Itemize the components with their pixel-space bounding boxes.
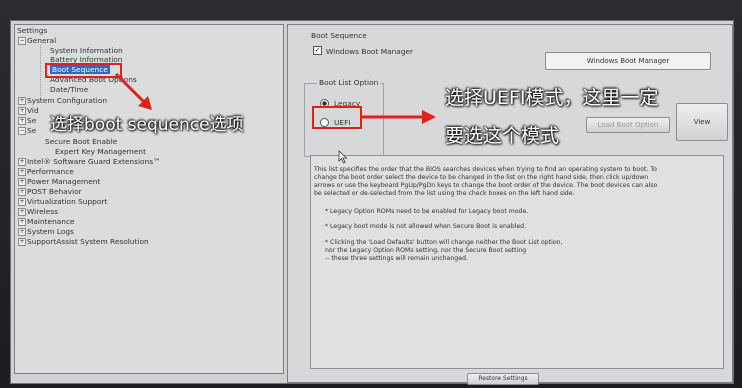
- annotation-right-line-1: 选择UEFI模式，这里一定: [445, 87, 659, 109]
- note-line: * Legacy boot mode is not allowed when S…: [325, 223, 527, 230]
- tree-item-wireless[interactable]: Wireless: [27, 207, 58, 216]
- tree-item-date-time[interactable]: Date/Time: [50, 85, 88, 94]
- description-line: be selected or de-selected from the list…: [314, 190, 575, 197]
- tree-item-system-logs[interactable]: System Logs: [27, 227, 74, 236]
- tree-item-post-behavior[interactable]: POST Behavior: [27, 187, 82, 196]
- expand-icon[interactable]: +: [18, 107, 26, 115]
- section-title-boot-list-option: Boot List Option: [317, 78, 381, 87]
- restore-settings-button[interactable]: Restore Settings: [467, 373, 539, 385]
- annotation-right-line-2: 要选这个模式: [445, 125, 560, 147]
- annotation-left: 选择boot sequence选项: [50, 115, 244, 135]
- windows-boot-manager-label: Windows Boot Manager: [326, 47, 414, 56]
- description-line: arrows or use the keyboard PgUp/PgDn key…: [314, 182, 658, 189]
- expand-icon[interactable]: +: [18, 168, 26, 176]
- description-line: change the boot order select the device …: [314, 174, 649, 181]
- tree-item-system-configuration[interactable]: System Configuration: [27, 96, 107, 105]
- note-line: * Clicking the 'Load Defaults' button wi…: [325, 239, 563, 246]
- tree-item-system-information[interactable]: System Information: [50, 46, 123, 55]
- note-line: -- these three settings will remain unch…: [325, 255, 468, 262]
- tree-item-secure-boot[interactable]: Se: [27, 126, 36, 135]
- tree-item-security[interactable]: Se: [27, 116, 36, 125]
- description-box: This list specifies the order that the B…: [310, 155, 724, 369]
- expand-icon[interactable]: +: [18, 188, 26, 196]
- tree-connector: [40, 45, 41, 100]
- expand-icon[interactable]: +: [18, 238, 26, 246]
- boot-sequence-highlight-box: [45, 63, 122, 78]
- tree-item-power-management[interactable]: Power Management: [27, 177, 100, 186]
- mouse-cursor-icon: [338, 150, 348, 164]
- expand-icon[interactable]: +: [18, 208, 26, 216]
- tree-item-maintenance[interactable]: Maintenance: [27, 217, 75, 226]
- tree-item-virtualization-support[interactable]: Virtualization Support: [27, 197, 107, 206]
- view-button[interactable]: View: [676, 103, 728, 141]
- section-title-boot-sequence: Boot Sequence: [311, 31, 367, 40]
- expand-icon[interactable]: +: [18, 117, 26, 125]
- load-boot-option-button[interactable]: Load Boot Option: [586, 117, 670, 133]
- collapse-icon[interactable]: −: [18, 37, 26, 45]
- description-line: This list specifies the order that the B…: [314, 166, 657, 173]
- tree-item-video[interactable]: Vid: [27, 106, 39, 115]
- tree-item-performance[interactable]: Performance: [27, 167, 74, 176]
- tree-item-general[interactable]: General: [27, 36, 56, 45]
- note-line: * Legacy Option ROMs need to be enabled …: [325, 208, 529, 215]
- expand-icon[interactable]: +: [18, 178, 26, 186]
- boot-order-list-item[interactable]: Windows Boot Manager: [545, 52, 711, 70]
- tree-item-expert-key-management[interactable]: Expert Key Management: [55, 147, 146, 156]
- tree-item-supportassist[interactable]: SupportAssist System Resolution: [27, 237, 149, 246]
- tree-root-settings: Settings: [17, 26, 48, 35]
- expand-icon[interactable]: +: [18, 198, 26, 206]
- expand-icon[interactable]: +: [18, 228, 26, 236]
- monitor-screen: Settings − General System Information Ba…: [0, 0, 742, 388]
- red-arrow-icon: [114, 72, 152, 110]
- uefi-highlight-box: [312, 106, 362, 129]
- windows-boot-manager-checkbox[interactable]: ✓: [313, 46, 322, 55]
- expand-icon[interactable]: +: [18, 218, 26, 226]
- expand-icon[interactable]: +: [18, 158, 26, 166]
- tree-item-intel-sgx[interactable]: Intel® Software Guard Extensions™: [27, 157, 160, 166]
- collapse-icon[interactable]: −: [18, 127, 26, 135]
- red-arrow-icon: [362, 110, 436, 124]
- tree-item-secure-boot-enable[interactable]: Secure Boot Enable: [45, 137, 117, 146]
- expand-icon[interactable]: +: [18, 97, 26, 105]
- note-line: nor the Legacy Option ROMs setting, nor …: [325, 247, 527, 254]
